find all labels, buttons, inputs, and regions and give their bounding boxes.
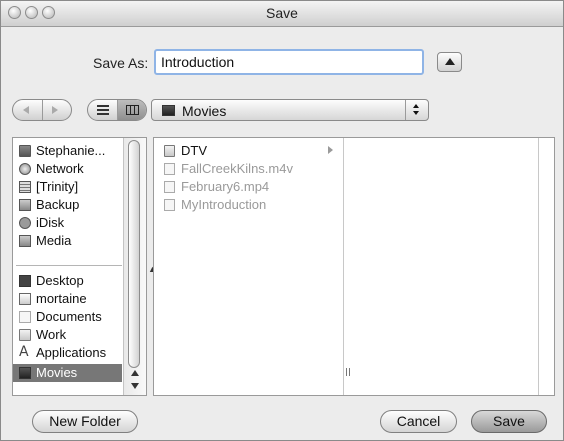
home-icon: [19, 293, 31, 305]
sidebar-item-label: Stephanie...: [36, 143, 106, 158]
history-nav: [12, 99, 72, 121]
computer-icon: [19, 145, 31, 157]
network-icon: [19, 163, 31, 175]
sidebar-item-media[interactable]: Media: [13, 232, 123, 250]
sidebar-item-desktop[interactable]: Desktop: [13, 272, 123, 290]
sidebar-item-backup[interactable]: Backup: [13, 196, 123, 214]
new-folder-button[interactable]: New Folder: [32, 410, 138, 433]
movie-file-icon: [164, 163, 175, 175]
document-icon: [19, 311, 31, 323]
sidebar-item-label: Backup: [36, 197, 80, 212]
movies-icon: [19, 367, 31, 379]
popup-arrows-icon: [405, 100, 428, 120]
file-item-label: DTV: [181, 143, 207, 158]
list-view-button[interactable]: [88, 100, 117, 120]
sidebar-item-documents[interactable]: Documents: [13, 308, 123, 326]
save-button[interactable]: Save: [471, 410, 547, 433]
movie-file-icon: [164, 181, 175, 193]
file-item-dtv[interactable]: DTV: [154, 142, 343, 160]
server-icon: [19, 181, 31, 193]
location-popup[interactable]: Movies: [151, 99, 429, 121]
sidebar-item-label: Network: [36, 161, 84, 176]
sidebar-item-network[interactable]: Network: [13, 160, 123, 178]
cancel-button[interactable]: Cancel: [380, 410, 457, 433]
scrollbar-thumb[interactable]: [128, 140, 140, 368]
sidebar: Stephanie... Network [Trinity] Backup iD…: [12, 137, 147, 396]
sidebar-item-mortaine[interactable]: mortaine: [13, 290, 123, 308]
location-label: Movies: [182, 103, 227, 119]
sidebar-item-label: Media: [36, 233, 72, 248]
sidebar-item-label: Documents: [36, 309, 102, 324]
browser-column: DTV FallCreekKilns.m4v February6.mp4 MyI…: [154, 138, 344, 395]
sidebar-item-trinity[interactable]: [Trinity]: [13, 178, 123, 196]
back-arrow-icon: [23, 106, 29, 114]
back-button[interactable]: [13, 100, 42, 120]
folder-icon: [19, 329, 31, 341]
movies-folder-icon: [162, 105, 175, 116]
project-file-icon: [164, 199, 175, 211]
folder-icon: [164, 145, 175, 157]
sidebar-divider: [16, 265, 122, 266]
sidebar-scrollbar[interactable]: [123, 138, 146, 395]
sidebar-item-label: Work: [36, 327, 67, 342]
view-switch: [87, 99, 147, 121]
disk-icon: [19, 235, 31, 247]
forward-button[interactable]: [43, 100, 71, 120]
window-title: Save: [266, 5, 298, 21]
forward-arrow-icon: [52, 106, 58, 114]
sidebar-item-idisk[interactable]: iDisk: [13, 214, 123, 232]
scroll-down-arrow-icon[interactable]: [131, 383, 139, 389]
file-item-fallcreekkilns: FallCreekKilns.m4v: [154, 160, 343, 178]
save-dialog: Save Save As: Movies: [0, 0, 564, 441]
idisk-icon: [19, 217, 31, 229]
disk-icon: [19, 199, 31, 211]
desktop-icon: [19, 275, 31, 287]
sidebar-item-movies[interactable]: Movies: [13, 364, 122, 382]
collapse-dialog-button[interactable]: [437, 52, 462, 72]
browser-column-empty: [344, 138, 539, 395]
title-bar: Save: [1, 1, 563, 27]
file-item-february6: February6.mp4: [154, 178, 343, 196]
sidebar-item-label: [Trinity]: [36, 179, 79, 194]
save-as-input[interactable]: [154, 49, 424, 75]
sidebar-item-label: Desktop: [36, 273, 84, 288]
sidebar-item-stephanie[interactable]: Stephanie...: [13, 142, 123, 160]
save-as-label: Save As:: [93, 55, 149, 71]
column-browser: DTV FallCreekKilns.m4v February6.mp4 MyI…: [153, 137, 555, 396]
file-item-label: February6.mp4: [181, 179, 270, 194]
column-view-button[interactable]: [118, 100, 146, 120]
list-view-icon: [97, 105, 109, 115]
file-item-label: MyIntroduction: [181, 197, 267, 212]
sidebar-item-label: Movies: [36, 365, 78, 380]
sidebar-item-work[interactable]: Work: [13, 326, 123, 344]
file-item-label: FallCreekKilns.m4v: [181, 161, 293, 176]
disclosure-arrow-icon: [328, 146, 333, 154]
file-item-myintroduction: MyIntroduction: [154, 196, 343, 214]
sidebar-item-label: iDisk: [36, 215, 65, 230]
sidebar-item-applications[interactable]: Applications: [13, 344, 123, 362]
triangle-up-icon: [445, 58, 455, 65]
column-view-icon: [126, 105, 139, 115]
scroll-up-arrow-icon[interactable]: [131, 370, 139, 376]
applications-icon: [19, 344, 31, 360]
sidebar-item-label: Applications: [36, 345, 107, 360]
sidebar-item-label: mortaine: [36, 291, 87, 306]
